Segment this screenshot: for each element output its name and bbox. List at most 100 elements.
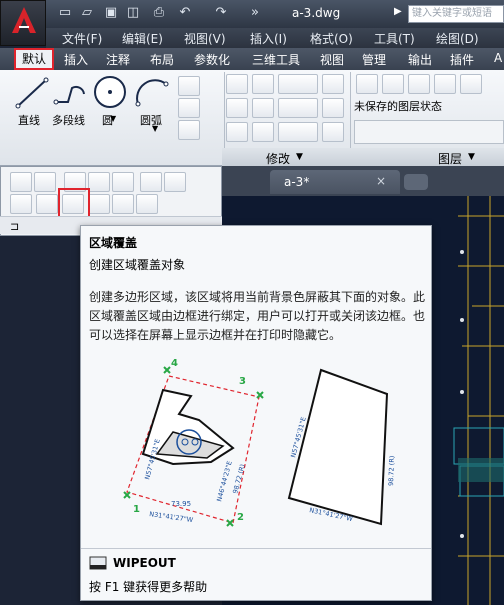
line-tool-label: 直线 <box>18 114 40 127</box>
menu-file[interactable]: 文件(F) <box>62 30 102 47</box>
circle-dropdown-icon[interactable]: ▼ <box>110 114 116 123</box>
undo-icon[interactable]: ↶ <box>176 5 194 21</box>
menu-view[interactable]: 视图(V) <box>184 30 226 47</box>
donut-icon[interactable] <box>136 194 158 214</box>
tab-annotate[interactable]: 注释 <box>106 51 130 68</box>
save-as-icon[interactable]: ◫ <box>124 5 142 21</box>
stretch-tool-icon[interactable] <box>226 122 248 142</box>
spline-fit-icon[interactable] <box>10 172 32 192</box>
wipeout-highlight <box>58 188 90 218</box>
open-icon[interactable]: ▱ <box>78 5 96 21</box>
move-tool-icon[interactable] <box>226 74 248 94</box>
save-icon[interactable]: ▣ <box>102 5 120 21</box>
document-title: a-3.dwg <box>292 6 341 20</box>
dim-label: 98.72 (R) <box>231 463 247 494</box>
layer-state-dropdown[interactable]: 未保存的图层状态 <box>354 98 504 118</box>
menu-edit[interactable]: 编辑(E) <box>122 30 163 47</box>
circle-tool-icon[interactable] <box>92 74 128 110</box>
panel-divider <box>350 72 351 148</box>
copy-tool-icon[interactable] <box>226 98 248 118</box>
point-label: 2 <box>237 512 244 523</box>
tab-output[interactable]: 输出 <box>408 51 432 68</box>
dim-label: 73.95 <box>171 500 191 508</box>
tooltip-divider <box>81 548 431 549</box>
tooltip-description: 创建多边形区域，该区域将用当前背景色屏蔽其下面的对象。此区域覆盖区域由边框进行绑… <box>89 290 426 342</box>
multiple-points-icon[interactable] <box>112 172 134 192</box>
modify-expand-icon[interactable]: ▼ <box>296 152 303 162</box>
tab-3d-tools[interactable]: 三维工具 <box>252 51 300 68</box>
menu-format[interactable]: 格式(O) <box>310 30 353 47</box>
measure-icon[interactable] <box>164 172 186 192</box>
trim-tool-icon[interactable] <box>278 74 318 94</box>
dim-label: N46°44'23"E <box>215 460 234 502</box>
divide-icon[interactable] <box>140 172 162 192</box>
region-icon[interactable] <box>10 194 32 214</box>
scale-tool-icon[interactable] <box>252 122 274 142</box>
menu-insert[interactable]: 插入(I) <box>250 30 287 47</box>
polyline-tool-label: 多段线 <box>52 114 85 127</box>
tab-parametric[interactable]: 参数化 <box>194 51 230 68</box>
tab-manage[interactable]: 管理 <box>362 51 386 68</box>
tooltip-help: 按 F1 键获得更多帮助 <box>89 580 208 594</box>
boundary-tool-icon[interactable] <box>178 120 200 140</box>
panel-divider <box>224 72 225 148</box>
layer-freeze-icon[interactable] <box>434 74 456 94</box>
layer-isolate-icon[interactable] <box>408 74 430 94</box>
layer-expand-icon[interactable]: ▼ <box>468 152 475 162</box>
ray-icon[interactable] <box>88 172 110 192</box>
layer-panel-label[interactable]: 图层 <box>438 150 462 167</box>
spline-cv-icon[interactable] <box>34 172 56 192</box>
tab-a360[interactable]: A <box>494 51 502 65</box>
more-icon[interactable]: » <box>246 5 264 21</box>
close-tab-icon[interactable]: × <box>376 174 386 188</box>
layer-dropdown[interactable] <box>354 120 504 144</box>
explode-tool-icon[interactable] <box>322 98 344 118</box>
application-menu-button[interactable] <box>0 0 46 46</box>
tab-layout[interactable]: 布局 <box>150 51 174 68</box>
hatch-tool-icon[interactable] <box>178 98 200 118</box>
print-icon[interactable]: ⎙ <box>150 5 168 21</box>
mirror-tool-icon[interactable] <box>252 98 274 118</box>
polyline-tool-icon[interactable] <box>52 76 88 110</box>
layer-off-icon[interactable] <box>460 74 482 94</box>
tooltip-command: WIPEOUT <box>113 556 176 570</box>
arc-dropdown-icon[interactable]: ▼ <box>152 124 158 133</box>
dim-label: N31°41'27"W <box>149 510 194 524</box>
new-tab-button[interactable] <box>404 174 428 190</box>
erase-tool-icon[interactable] <box>322 74 344 94</box>
array-tool-icon[interactable] <box>278 122 318 142</box>
point-label: 4 <box>171 358 178 369</box>
document-tab-label: a-3* <box>284 175 310 189</box>
3d-polyline-icon[interactable] <box>88 194 110 214</box>
menu-draw[interactable]: 绘图(D) <box>436 30 479 47</box>
document-tab[interactable]: a-3* × <box>270 170 400 194</box>
command-line-icon <box>89 556 107 570</box>
tooltip-subtitle: 创建区域覆盖对象 <box>89 258 186 272</box>
new-icon[interactable]: ▭ <box>56 5 74 21</box>
fillet-tool-icon[interactable] <box>278 98 318 118</box>
tab-view[interactable]: 视图 <box>320 51 344 68</box>
line-tool-icon[interactable] <box>14 76 50 110</box>
point-label: 3 <box>239 376 246 387</box>
point-label: 1 <box>133 504 140 515</box>
search-expand-icon[interactable]: ▶ <box>394 6 406 20</box>
tab-plugins[interactable]: 插件 <box>450 51 474 68</box>
redo-icon[interactable]: ↷ <box>212 5 230 21</box>
tooltip-wipeout: 区域覆盖 创建区域覆盖对象 创建多边形区域，该区域将用当前背景色屏蔽其下面的对象… <box>80 225 432 601</box>
pin-icon[interactable]: ⊐ <box>10 220 19 233</box>
layer-state-icon[interactable] <box>382 74 404 94</box>
menu-tools[interactable]: 工具(T) <box>374 30 415 47</box>
search-input[interactable]: 键入关键字或短语 <box>408 5 504 23</box>
arc-tool-icon[interactable] <box>134 76 170 110</box>
autocad-logo-icon <box>12 7 36 33</box>
rotate-tool-icon[interactable] <box>252 74 274 94</box>
rectangle-tool-icon[interactable] <box>178 76 200 96</box>
modify-panel-label[interactable]: 修改 <box>266 150 290 167</box>
offset-tool-icon[interactable] <box>322 122 344 142</box>
tooltip-title: 区域覆盖 <box>89 236 138 250</box>
layer-properties-icon[interactable] <box>356 74 378 94</box>
tab-insert[interactable]: 插入 <box>64 51 88 68</box>
helix-icon[interactable] <box>112 194 134 214</box>
revision-cloud-icon[interactable] <box>36 194 58 214</box>
tab-default[interactable]: 默认 <box>14 48 54 70</box>
